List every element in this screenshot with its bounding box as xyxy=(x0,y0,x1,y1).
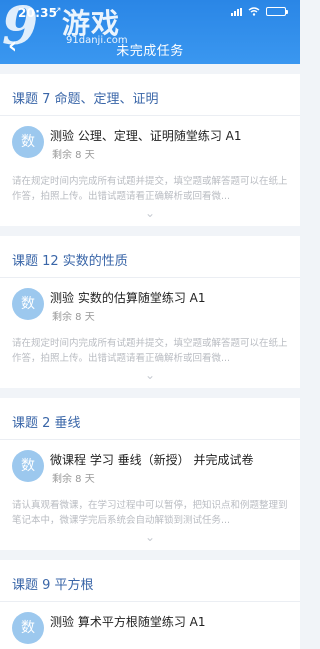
task-remaining: 剩余 8 天 xyxy=(52,150,95,161)
page-title: 未完成任务 xyxy=(116,44,184,59)
task-description: 请在规定时间内完成所有试题并提交，填空题或解答题可以在纸上作答，拍照上传。出错试… xyxy=(12,176,288,202)
subject-avatar: 数 xyxy=(12,288,44,320)
expand-chevron-icon[interactable]: ⌄ xyxy=(0,204,300,226)
task-description: 请认真观看微课，在学习过程中可以暂停，把知识点和例题整理到笔记本中，微课学完后系… xyxy=(12,500,288,526)
task-remaining: 剩余 8 天 xyxy=(52,474,95,485)
task-item[interactable]: 数 测验 实数的估算随堂练习 A1 剩余 8 天 xyxy=(0,288,300,332)
task-item[interactable]: 数 测验 公理、定理、证明随堂练习 A1 剩余 8 天 xyxy=(0,126,300,170)
task-name: 测验 实数的估算随堂练习 A1 xyxy=(50,291,206,305)
task-name: 测验 算术平方根随堂练习 A1 xyxy=(50,615,206,629)
task-name: 微课程 学习 垂线（新授） 并完成试卷 xyxy=(50,453,254,467)
task-name: 测验 公理、定理、证明随堂练习 A1 xyxy=(50,129,242,143)
wifi-icon xyxy=(248,7,260,16)
signal-icon xyxy=(231,7,242,16)
subject-avatar: 数 xyxy=(12,612,44,644)
section-title: 课题 7 命题、定理、证明 xyxy=(0,74,300,116)
task-card[interactable]: 课题 9 平方根 数 测验 算术平方根随堂练习 A1 xyxy=(0,560,300,649)
section-title: 课题 12 实数的性质 xyxy=(0,236,300,278)
task-card[interactable]: 课题 2 垂线 数 微课程 学习 垂线（新授） 并完成试卷 剩余 8 天 请认真… xyxy=(0,398,300,550)
status-time: 20:35 xyxy=(18,6,58,20)
expand-chevron-icon[interactable]: ⌄ xyxy=(0,366,300,388)
battery-icon xyxy=(266,7,288,16)
task-item[interactable]: 数 测验 算术平方根随堂练习 A1 xyxy=(0,612,300,649)
expand-chevron-icon[interactable]: ⌄ xyxy=(0,528,300,550)
section-title: 课题 2 垂线 xyxy=(0,398,300,440)
task-card[interactable]: 课题 12 实数的性质 数 测验 实数的估算随堂练习 A1 剩余 8 天 请在规… xyxy=(0,236,300,388)
app-header: 20:35 ↗ ‹ 未完成任务 9 游戏 91danji.com xyxy=(0,0,300,64)
task-card[interactable]: 课题 7 命题、定理、证明 数 测验 公理、定理、证明随堂练习 A1 剩余 8 … xyxy=(0,74,300,226)
status-bar: 20:35 ↗ xyxy=(0,0,300,22)
subject-avatar: 数 xyxy=(12,450,44,482)
subject-avatar: 数 xyxy=(12,126,44,158)
location-arrow-icon: ↗ xyxy=(54,6,62,16)
task-item[interactable]: 数 微课程 学习 垂线（新授） 并完成试卷 剩余 8 天 xyxy=(0,450,300,494)
task-list: 课题 7 命题、定理、证明 数 测验 公理、定理、证明随堂练习 A1 剩余 8 … xyxy=(0,64,300,649)
task-remaining: 剩余 8 天 xyxy=(52,312,95,323)
status-icons xyxy=(231,7,288,16)
section-title: 课题 9 平方根 xyxy=(0,560,300,602)
task-description: 请在规定时间内完成所有试题并提交，填空题或解答题可以在纸上作答，拍照上传。出错试… xyxy=(12,338,288,364)
